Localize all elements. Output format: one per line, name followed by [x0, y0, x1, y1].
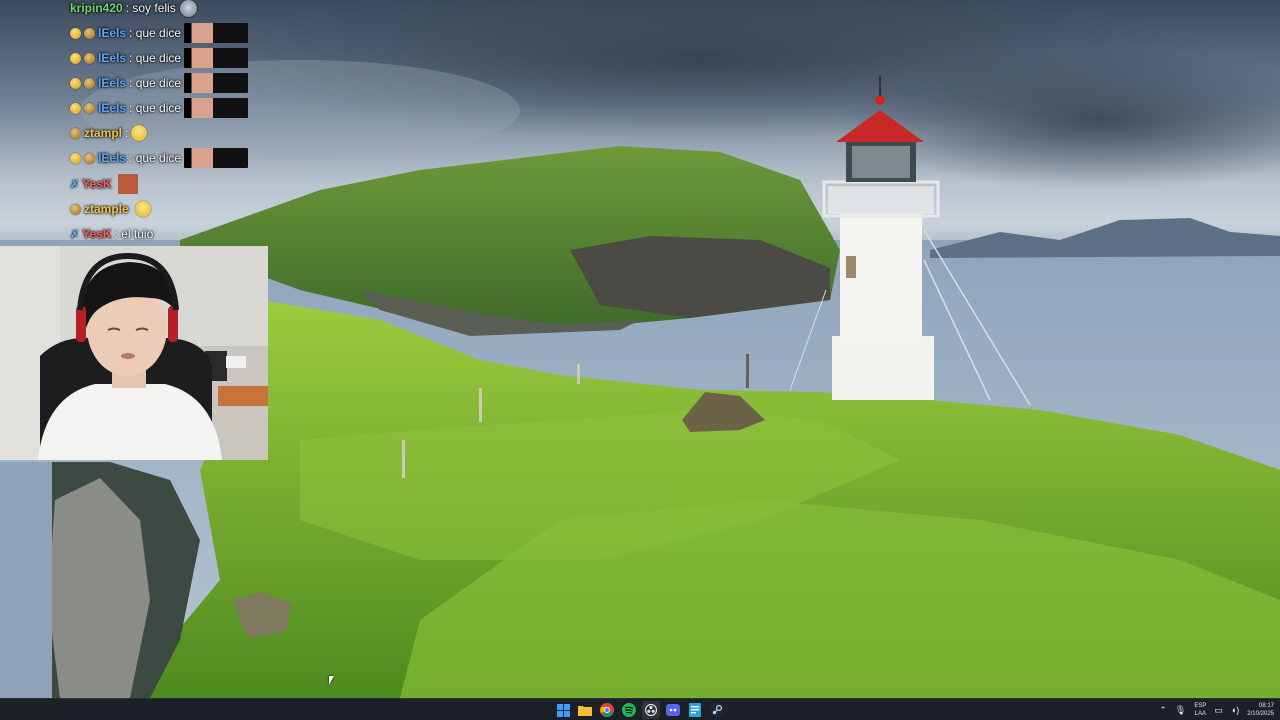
chat-message: lEels : que dice: [70, 47, 249, 69]
sub-badge-icon: [70, 52, 81, 64]
system-tray: ⌃ 🎙 ESP LAA ▭ ◖) 08:17 2/10/2025: [1159, 699, 1274, 720]
photo-emote-icon: [184, 48, 249, 68]
volume-icon[interactable]: ◖): [1231, 705, 1239, 715]
chat-text: : soy felis: [125, 1, 176, 15]
bits-badge-icon: [84, 152, 95, 164]
chat-message: ✗ YesK : el tuio: [70, 223, 153, 245]
chat-text: : que dice: [129, 101, 182, 115]
bits-badge-icon: [84, 52, 95, 64]
chat-username: lEels: [98, 51, 127, 65]
face-emote-icon: [117, 174, 138, 194]
spotify-button[interactable]: [620, 701, 638, 719]
clock-time: 08:17: [1258, 703, 1274, 709]
chat-username: lEels: [98, 76, 127, 90]
chat-text: : que dice: [129, 76, 182, 90]
chat-username: ztampl: [84, 126, 123, 140]
chrome-icon: [600, 703, 614, 717]
chat-message: ✗ YesK: [70, 173, 138, 195]
sub-badge-icon: [70, 27, 81, 39]
network-icon[interactable]: ▭: [1214, 705, 1223, 716]
sad-emote-icon: [131, 125, 148, 141]
microphone-icon[interactable]: 🎙: [1175, 705, 1186, 716]
chevron-up-icon[interactable]: ⌃: [1159, 705, 1167, 716]
steam-icon: [710, 703, 724, 717]
taskbar-apps: [554, 699, 726, 720]
laughing-emote-icon: [178, 0, 198, 18]
mouse-cursor-icon: [329, 676, 334, 685]
sub-badge-icon: [70, 77, 81, 89]
chat-message: kripin420 : soy felis: [70, 0, 198, 19]
chat-message: lEels : que dice: [70, 22, 249, 44]
photo-emote-icon: [184, 148, 249, 168]
bits-badge-icon: [70, 203, 81, 215]
bits-badge-icon: [84, 77, 95, 89]
notepad-icon: [689, 703, 701, 717]
bits-badge-icon: [84, 102, 95, 114]
clock[interactable]: 08:17 2/10/2025: [1247, 702, 1274, 718]
chat-username: lEels: [98, 151, 127, 165]
chat-message: lEels : que dice: [70, 72, 249, 94]
chat-text: : que dice: [129, 51, 182, 65]
chat-message: lEels : que dice: [70, 97, 249, 119]
chat-text: : que dice: [129, 151, 182, 165]
language-indicator[interactable]: ESP LAA: [1194, 702, 1206, 718]
verified-badge-icon: ✗: [70, 228, 80, 241]
webcam-feed: [0, 246, 268, 460]
photo-emote-icon: [184, 98, 249, 118]
chat-text: : que dice: [129, 26, 182, 40]
notepad-button[interactable]: [686, 701, 704, 719]
chat-username: lEels: [98, 101, 127, 115]
chat-message: ztample: [70, 198, 151, 220]
obs-button[interactable]: [642, 701, 660, 719]
keyboard-layout: LAA: [1194, 711, 1206, 717]
chat-message: ztampl :: [70, 122, 148, 144]
windows-taskbar: ⌃ 🎙 ESP LAA ▭ ◖) 08:17 2/10/2025: [0, 698, 1280, 720]
chat-username: lEels: [98, 26, 127, 40]
folder-icon: [578, 706, 592, 716]
stream-chat-overlay: kripin420 : soy felis lEels : que dice l…: [70, 0, 270, 246]
photo-emote-icon: [184, 73, 249, 93]
verified-badge-icon: ✗: [70, 178, 80, 191]
discord-icon: [666, 704, 680, 716]
sub-badge-icon: [70, 152, 81, 164]
chat-username: YesK: [82, 177, 112, 191]
bits-badge-icon: [70, 127, 81, 139]
sub-badge-icon: [70, 102, 81, 114]
sad-emote-icon: [134, 201, 151, 217]
chrome-button[interactable]: [598, 701, 616, 719]
chat-message: lEels : que dice: [70, 147, 249, 169]
photo-emote-icon: [184, 23, 249, 43]
windows-icon: [556, 703, 570, 717]
language-code: ESP: [1194, 703, 1207, 709]
streamer-video: [0, 246, 268, 460]
spotify-icon: [622, 703, 636, 717]
obs-icon: [644, 703, 658, 717]
chat-username: ztample: [84, 202, 129, 216]
chat-text: : el tuio: [114, 227, 154, 241]
clock-date: 2/10/2025: [1247, 711, 1274, 717]
bits-badge-icon: [84, 27, 95, 39]
chat-username: kripin420: [70, 1, 123, 15]
start-button[interactable]: [554, 701, 572, 719]
discord-button[interactable]: [664, 701, 682, 719]
chat-username: YesK: [82, 227, 112, 241]
chat-text: :: [125, 126, 129, 140]
file-explorer-button[interactable]: [576, 701, 594, 719]
steam-button[interactable]: [708, 701, 726, 719]
